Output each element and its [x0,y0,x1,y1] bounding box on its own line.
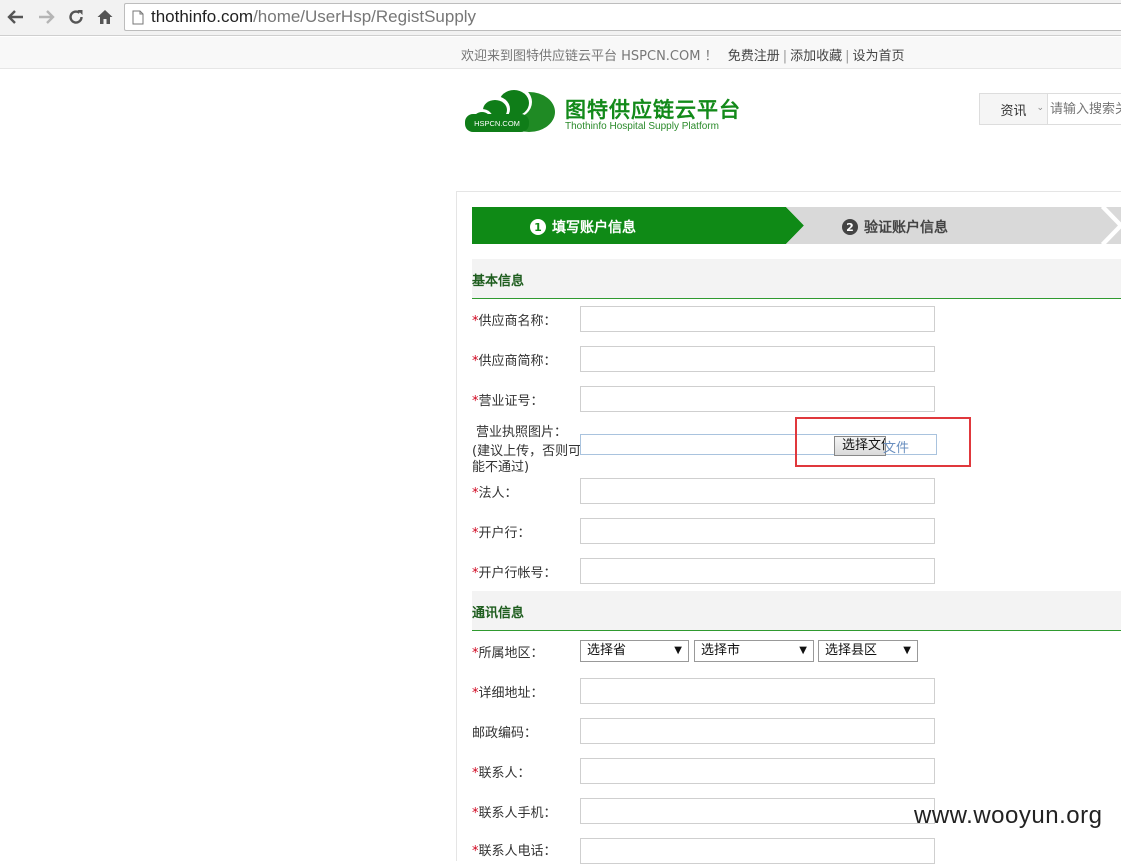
url-path: /home/UserHsp/RegistSupply [253,7,477,26]
label-supplier-short: *供应商简称： [472,354,557,369]
url-host: thothinfo.com [151,7,254,26]
supplier-name-input[interactable] [580,306,935,332]
section-basic-info: 基本信息 [472,259,1121,299]
license-hint-line2: 能不通过) [472,460,530,475]
label-bank-account: *开户行帐号： [472,566,557,581]
welcome-text: 欢迎来到图特供应链云平台 HSPCN.COM ！ [461,49,718,64]
step-1-label: 填写账户信息 [552,220,636,236]
search-box: 资讯 ⌄ [979,93,1121,125]
province-select[interactable]: 选择省 ▼ [580,640,689,662]
county-select[interactable]: 选择县区 ▼ [818,640,918,662]
search-category-label: 资讯 [1000,103,1027,119]
address-input[interactable] [580,678,935,704]
address-bar[interactable]: thothinfo.com/home/UserHsp/RegistSupply [124,3,1121,31]
label-license-img: 营业执照图片： [476,425,568,440]
label-supplier-name: *供应商名称： [472,314,557,329]
label-postcode: 邮政编码： [472,726,538,741]
reload-icon[interactable] [66,7,86,27]
step-1: 1 填写账户信息 [472,207,804,244]
label-legal-person: *法人： [472,486,518,501]
bank-account-input[interactable] [580,558,935,584]
forward-icon[interactable] [36,7,56,27]
contact-phone-input[interactable] [580,838,935,864]
section-contact-title: 通讯信息 [472,606,525,621]
page-icon [132,10,144,30]
set-homepage-link[interactable]: 设为首页 [853,49,905,64]
step-1-number: 1 [530,219,546,235]
step-2-number: 2 [842,219,858,235]
postcode-input[interactable] [580,718,935,744]
search-category-select[interactable]: 资讯 ⌄ [980,94,1048,124]
dropdown-arrow-icon: ▼ [799,645,807,656]
register-link[interactable]: 免费注册 [728,49,780,64]
label-bank: *开户行： [472,526,531,541]
back-icon[interactable] [6,7,26,27]
section-basic-title: 基本信息 [472,274,525,289]
site-topbar: 欢迎来到图特供应链云平台 HSPCN.COM ！ 免费注册 | 添加收藏 | 设为首页 [0,37,1121,69]
legal-person-input[interactable] [580,478,935,504]
logo-cloud-icon[interactable]: HSPCN.COM [462,82,562,137]
home-icon[interactable] [95,7,115,27]
step-2-label: 验证账户信息 [864,220,948,236]
label-address: *详细地址： [472,686,544,701]
label-contact-mobile: *联系人手机： [472,806,557,821]
section-contact-info: 通讯信息 [472,591,1121,631]
label-license-no: *营业证号： [472,394,544,409]
dropdown-arrow-icon: ▼ [903,645,911,656]
label-contact-person: *联系人： [472,766,531,781]
browser-toolbar: thothinfo.com/home/UserHsp/RegistSupply [0,0,1121,36]
logo-subtitle: Thothinfo Hospital Supply Platform [565,121,719,132]
label-region: *所属地区： [472,646,544,661]
bookmark-link[interactable]: 添加收藏 [790,49,842,64]
logo-badge-text: HSPCN.COM [474,119,520,128]
search-input[interactable] [1048,94,1121,124]
license-no-input[interactable] [580,386,935,412]
step-2: 2 验证账户信息 [786,205,1121,246]
chevron-down-icon: ⌄ [1036,103,1044,113]
watermark-text: www.wooyun.org [914,802,1103,829]
dropdown-arrow-icon: ▼ [674,645,682,656]
contact-person-input[interactable] [580,758,935,784]
contact-mobile-input[interactable] [580,798,935,824]
bank-input[interactable] [580,518,935,544]
city-select[interactable]: 选择市 ▼ [694,640,814,662]
label-contact-phone: *联系人电话： [472,844,557,859]
supplier-short-input[interactable] [580,346,935,372]
highlight-box [795,417,971,467]
logo-title: 图特供应链云平台 [565,98,741,122]
